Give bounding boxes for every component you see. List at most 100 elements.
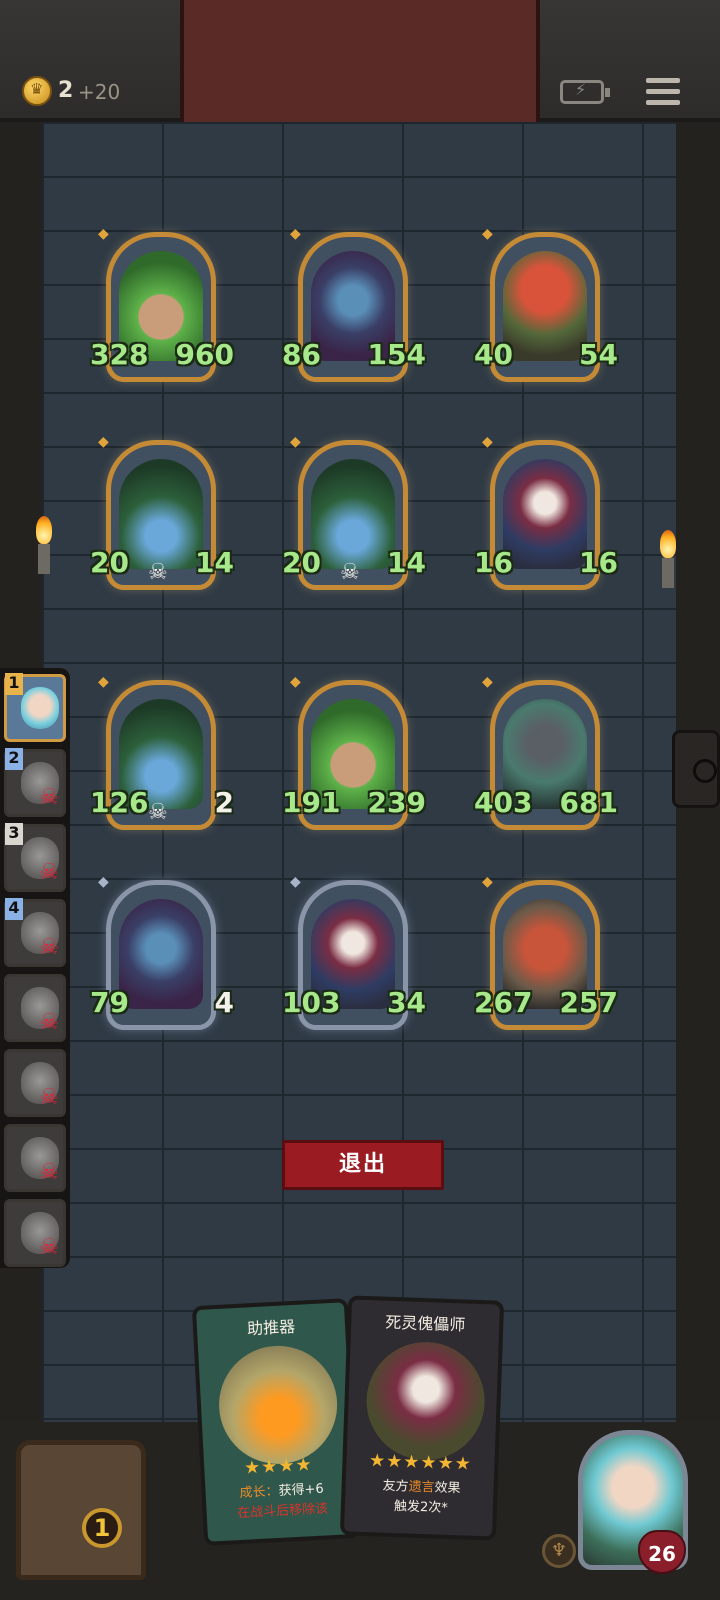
queue-slot[interactable]: 2 ☠	[4, 748, 66, 817]
unit-card-clown-puppet[interactable]: ◆ 103 34	[282, 874, 426, 1040]
tier-gem-icon: ◆	[290, 874, 301, 890]
unit-health: 4	[193, 986, 234, 1026]
card-line1-a: 友方	[382, 1478, 409, 1495]
queue-number: 3	[5, 823, 23, 845]
card-description: 友方遗言效果 触发2次*	[355, 1476, 488, 1521]
tier-gem-icon: ◆	[482, 434, 493, 450]
card-stars: ★★★★★★	[368, 1450, 473, 1475]
vine-heart-icon	[119, 459, 203, 569]
defeated-skull-icon: ☠	[39, 860, 59, 885]
card-line1: 获得+6	[278, 1481, 325, 1499]
unit-attack: 20	[282, 546, 334, 586]
deathrattle-skull-icon: ☠	[148, 560, 168, 585]
tier-gem-icon: ◆	[98, 674, 109, 690]
tier-gem-icon: ◆	[98, 226, 109, 242]
unit-attack: 103	[282, 986, 341, 1026]
card-line2: 在战斗后移除该	[236, 1501, 329, 1522]
unit-card-scrap-robot[interactable]: ◆ 267 257	[474, 874, 618, 1040]
menu-icon[interactable]	[646, 78, 680, 106]
card-stars: ★★★★	[243, 1454, 314, 1479]
card-necro-puppeteer[interactable]: 死灵傀儡师 ★★★★★★ 友方遗言效果 触发2次*	[339, 1295, 505, 1541]
defeated-skull-icon: ☠	[39, 1235, 59, 1260]
gold-coin-icon	[22, 76, 52, 106]
torch-icon	[36, 516, 54, 576]
queue-number: 4	[5, 898, 23, 920]
unit-health: 34	[386, 986, 426, 1026]
card-title: 死灵傀儡师	[384, 1312, 466, 1335]
queue-number: 2	[5, 748, 23, 770]
unit-attack: 191	[282, 786, 341, 826]
unit-attack: 267	[474, 986, 533, 1026]
unit-card-leaf-girl[interactable]: ◆ 191 239	[282, 674, 426, 840]
opponent-avatar	[21, 687, 59, 729]
unit-health: 154	[367, 338, 426, 378]
vine-heart-icon	[311, 459, 395, 569]
tier-gem-icon: ◆	[290, 674, 301, 690]
tier-gem-icon: ◆	[482, 874, 493, 890]
unit-card-vine-heart[interactable]: ◆ 20 14 ☠	[90, 434, 234, 600]
unit-health: 960	[175, 338, 234, 378]
rocket-booster-icon	[216, 1342, 341, 1467]
unit-card-elf-sorceress[interactable]: ◆ 79 4	[90, 874, 234, 1040]
unit-card-vine-heart[interactable]: ◆ 20 14 ☠	[282, 434, 426, 600]
queue-slot[interactable]: ☠	[4, 1124, 66, 1192]
unit-attack: 86	[282, 338, 334, 378]
queue-slot[interactable]: 3 ☠	[4, 823, 66, 892]
queue-slot[interactable]: 4 ☠	[4, 898, 66, 967]
exit-button[interactable]: 退出	[282, 1140, 444, 1190]
keyword-growth: 成长：	[239, 1483, 279, 1501]
elf-sorceress-icon	[119, 899, 203, 1009]
queue-slot[interactable]: ☠	[4, 974, 66, 1042]
unit-attack: 16	[474, 546, 526, 586]
unit-attack: 20	[90, 546, 142, 586]
clown-puppet-icon	[503, 459, 587, 569]
queue-slot[interactable]: 1	[4, 673, 66, 742]
bell-icon[interactable]: ♆	[542, 1534, 576, 1568]
gold-income: +20	[78, 80, 121, 104]
unit-health: 54	[578, 338, 618, 378]
shop-banner	[180, 0, 540, 122]
battery-icon: ⚡	[560, 80, 610, 104]
tier-gem-icon: ◆	[482, 674, 493, 690]
unit-card-vine-heart[interactable]: ◆ 126 2 ☠	[90, 674, 234, 840]
queue-slot[interactable]: ☠	[4, 1199, 66, 1267]
card-description: 成长：获得+6 在战斗后移除该	[215, 1478, 349, 1525]
defeated-skull-icon: ☠	[39, 935, 59, 960]
unit-card-iron-knight[interactable]: ◆ 403 681	[474, 674, 618, 840]
unit-card-clown-puppet[interactable]: ◆ 16 16	[474, 434, 618, 600]
unit-attack: 328	[90, 338, 149, 378]
card-line2: 触发2次*	[393, 1499, 449, 1516]
treasure-chest-icon[interactable]	[16, 1440, 146, 1580]
unit-health: 16	[578, 546, 618, 586]
tier-gem-icon: ◆	[98, 434, 109, 450]
unit-attack: 403	[474, 786, 533, 826]
card-title: 助推器	[246, 1316, 296, 1339]
chest-count: 1	[82, 1508, 122, 1548]
top-bar: 2 +20 ⚡	[0, 0, 720, 122]
tier-gem-icon: ◆	[98, 874, 109, 890]
tier-gem-icon: ◆	[290, 226, 301, 242]
turn-queue: 1 2 ☠ 3 ☠ 4 ☠ ☠ ☠ ☠ ☠	[0, 668, 70, 1268]
defeated-skull-icon: ☠	[39, 785, 59, 810]
unit-card-elf-sorceress[interactable]: ◆ 86 154	[282, 226, 426, 392]
queue-slot[interactable]: ☠	[4, 1049, 66, 1117]
card-booster[interactable]: 助推器 ★★★★ 成长：获得+6 在战斗后移除该	[191, 1298, 361, 1546]
unit-health: 257	[559, 986, 618, 1026]
tier-gem-icon: ◆	[482, 226, 493, 242]
defeated-skull-icon: ☠	[39, 1160, 59, 1185]
deathrattle-skull-icon: ☠	[148, 800, 168, 825]
defeated-skull-icon: ☠	[39, 1010, 59, 1035]
unit-card-red-demon[interactable]: ◆ 40 54	[474, 226, 618, 392]
tier-gem-icon: ◆	[290, 434, 301, 450]
unit-card-leaf-girl[interactable]: ◆ 328 960	[90, 226, 234, 392]
unit-attack: 126	[90, 786, 149, 826]
card-line1-c: 效果	[434, 1480, 461, 1497]
clown-puppeteer-icon	[364, 1340, 487, 1463]
gold-amount: 2	[58, 78, 74, 103]
unit-attack: 79	[90, 986, 142, 1026]
unit-health: 239	[367, 786, 426, 826]
unit-health: 14	[386, 546, 426, 586]
keyword-deathrattle: 遗言	[408, 1479, 435, 1496]
unit-health: 14	[194, 546, 234, 586]
unit-attack: 40	[474, 338, 526, 378]
